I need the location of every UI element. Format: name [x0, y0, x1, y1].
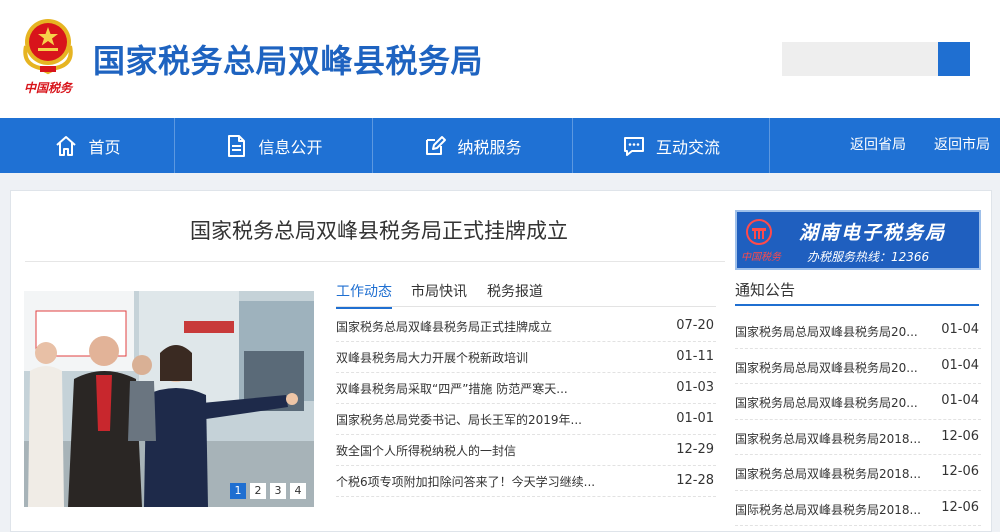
back-to-province-link[interactable]: 返回省局	[850, 118, 906, 173]
back-to-city-link[interactable]: 返回市局	[934, 118, 990, 173]
search-input[interactable]	[782, 42, 938, 76]
notice-item[interactable]: 国际税务总局双峰县税务局2018... 12-06	[735, 491, 981, 526]
tax-emblem-icon	[746, 219, 772, 245]
news-item-title: 国家税务总局党委书记、局长王军的2019年...	[336, 413, 582, 427]
carousel-page-4[interactable]: 4	[290, 483, 306, 499]
notice-item-title: 国家税务总局双峰县税务局2018...	[735, 431, 921, 446]
notice-item-date: 01-04	[941, 393, 979, 408]
notice-item-title: 国家税务局总局双峰县税务局20...	[735, 325, 918, 339]
news-item-date: 01-01	[676, 411, 714, 426]
notice-item[interactable]: 国家税务局总局双峰县税务局20... 01-04	[735, 384, 981, 420]
emblem-icon: 中国税务	[23, 19, 74, 95]
notice-item-title: 国家税务总局双峰县税务局2018...	[735, 467, 921, 481]
content-panel: 国家税务总局双峰县税务局正式挂牌成立 1 2 3 4 工作动态 市局快讯 税务报…	[10, 190, 992, 532]
nav-divider	[769, 118, 770, 173]
notice-item-title: 国家税务局总局双峰县税务局20...	[735, 396, 918, 410]
nav-item-info-disclosure[interactable]: 信息公开	[175, 118, 372, 173]
news-item[interactable]: 个税6项专项附加扣除问答来了！今天学习继续... 12-28	[336, 466, 716, 497]
carousel-page-2[interactable]: 2	[250, 483, 266, 499]
notices-underline	[735, 304, 979, 306]
notice-item-date: 12-06	[941, 499, 979, 515]
news-item-date: 01-11	[676, 349, 714, 364]
nav-item-interaction[interactable]: 互动交流	[573, 118, 769, 173]
nav-item-label: 信息公开	[258, 137, 323, 157]
home-icon	[56, 135, 77, 156]
notice-item-date: 01-04	[941, 357, 979, 373]
hunan-e-tax-banner[interactable]: 中国税务 湖南电子税务局 办税服务热线：12366	[735, 210, 981, 270]
news-item-date: 12-29	[676, 442, 714, 457]
nav-item-home[interactable]: 首页	[0, 118, 175, 173]
edit-icon	[426, 135, 447, 155]
banner-hotline: 办税服务热线：12366	[807, 250, 930, 264]
tax-emblem-logo[interactable]: 中国税务	[16, 12, 80, 98]
site-title[interactable]: 国家税务总局双峰县税务局	[93, 36, 483, 82]
news-item[interactable]: 双峰县税务局大力开展个税新政培训 01-11	[336, 342, 716, 373]
news-item-title: 双峰县税务局采取“四严”措施 防范严寒天...	[336, 382, 568, 396]
headline-link[interactable]: 国家税务总局双峰县税务局正式挂牌成立	[35, 215, 723, 245]
notice-item[interactable]: 国家税务局总局双峰县税务局20... 01-04	[735, 349, 981, 384]
carousel-pagination: 1 2 3 4	[230, 483, 306, 499]
svg-text:中国税务: 中国税务	[24, 81, 74, 95]
news-item-date: 12-28	[676, 473, 714, 488]
notice-item[interactable]: 国家税务总局双峰县税务局2018... 12-06	[735, 420, 981, 455]
notice-item[interactable]: 国家税务总局双峰县税务局2018... 12-06	[735, 455, 981, 491]
notice-item-date: 12-06	[941, 464, 979, 479]
news-item-title: 个税6项专项附加扣除问答来了！今天学习继续...	[336, 475, 596, 489]
notice-item-title: 国际税务总局双峰县税务局2018...	[735, 502, 921, 517]
banner-title: 湖南电子税务局	[799, 222, 947, 244]
search-button[interactable]	[938, 42, 970, 76]
tab-city-bureau-news[interactable]: 市局快讯	[411, 281, 467, 301]
nav-item-label: 首页	[88, 137, 121, 157]
news-tabs: 工作动态 市局快讯 税务报道	[336, 281, 716, 309]
news-photo	[24, 291, 314, 507]
nav-item-label: 互动交流	[655, 137, 720, 157]
notices-list: 国家税务局总局双峰县税务局20... 01-04 国家税务局总局双峰县税务局20…	[735, 313, 981, 526]
news-item[interactable]: 致全国个人所得税纳税人的一封信 12-29	[336, 435, 716, 466]
news-item-title: 双峰县税务局大力开展个税新政培训	[336, 351, 529, 365]
document-icon	[228, 134, 246, 157]
news-item-title: 致全国个人所得税纳税人的一封信	[336, 444, 517, 458]
notice-item-date: 12-06	[941, 428, 979, 444]
chat-icon	[623, 136, 644, 156]
news-item-title: 国家税务总局双峰县税务局正式挂牌成立	[336, 320, 553, 334]
news-item-date: 07-20	[676, 318, 714, 333]
tab-tax-reports[interactable]: 税务报道	[487, 281, 543, 301]
nav-item-tax-service[interactable]: 纳税服务	[373, 118, 572, 173]
news-list: 国家税务总局双峰县税务局正式挂牌成立 07-20 双峰县税务局大力开展个税新政培…	[336, 311, 716, 497]
news-item-date: 01-03	[676, 380, 714, 395]
notices-heading[interactable]: 通知公告	[735, 279, 795, 300]
notice-item[interactable]: 国家税务局总局双峰县税务局20... 01-04	[735, 313, 981, 349]
news-item[interactable]: 国家税务总局双峰县税务局正式挂牌成立 07-20	[336, 311, 716, 342]
news-item[interactable]: 国家税务总局党委书记、局长王军的2019年... 01-01	[336, 404, 716, 435]
notice-item-date: 01-04	[941, 322, 979, 337]
main-nav: 首页 信息公开 纳税服务 互动交流 返回省局 返回市局	[0, 118, 1000, 173]
nav-item-label: 纳税服务	[457, 137, 522, 157]
news-item[interactable]: 双峰县税务局采取“四严”措施 防范严寒天... 01-03	[336, 373, 716, 404]
carousel-page-1[interactable]: 1	[230, 483, 246, 499]
site-header: 中国税务 国家税务总局双峰县税务局	[0, 0, 1000, 118]
news-carousel[interactable]: 1 2 3 4	[24, 291, 314, 507]
divider	[25, 261, 725, 262]
notice-item-title: 国家税务局总局双峰县税务局20...	[735, 360, 918, 375]
tab-work-news[interactable]: 工作动态	[336, 281, 392, 309]
banner-brand: 中国税务	[741, 252, 781, 263]
carousel-page-3[interactable]: 3	[270, 483, 286, 499]
